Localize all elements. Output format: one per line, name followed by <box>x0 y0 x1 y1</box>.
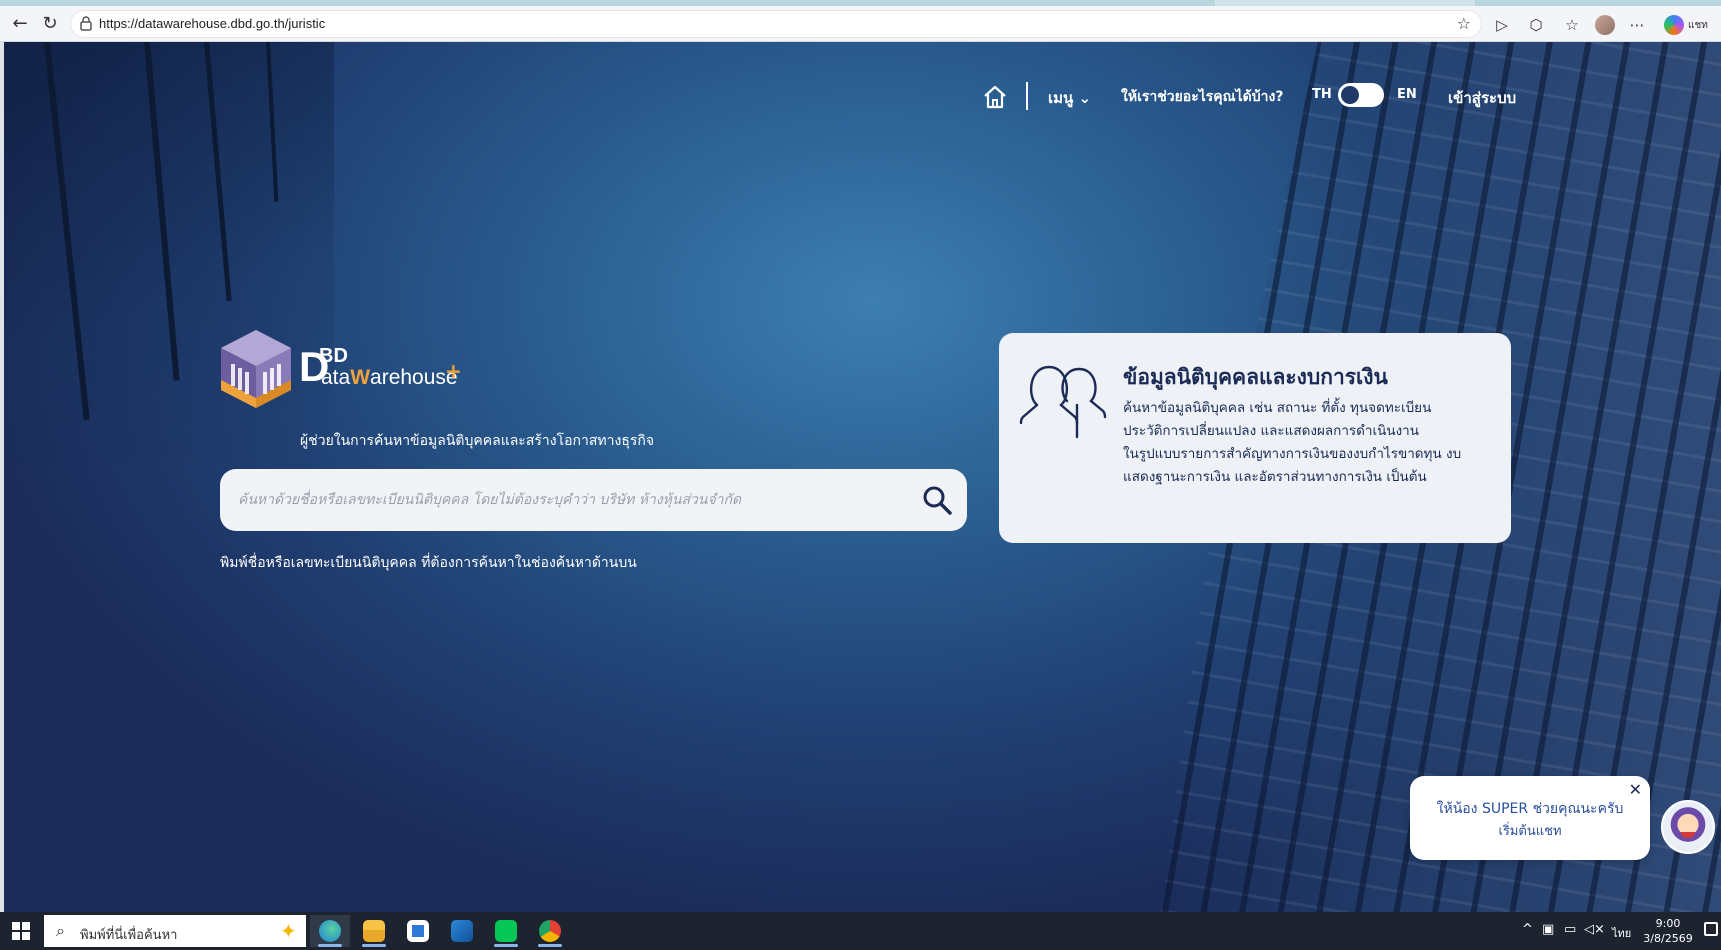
speaker-muted-icon[interactable]: ◁× <box>1584 922 1605 937</box>
menu-dropdown[interactable]: เมนู ⌄ <box>1048 86 1091 110</box>
back-arrow-icon[interactable]: ← <box>8 12 32 36</box>
mail-icon <box>451 920 473 942</box>
play-icon[interactable]: ▷ <box>1491 14 1513 36</box>
language-en-label[interactable]: EN <box>1397 87 1417 102</box>
address-bar[interactable]: https://datawarehouse.dbd.go.th/juristic… <box>70 10 1482 38</box>
search-box <box>220 469 967 531</box>
chevron-down-icon: ⌄ <box>1078 89 1092 107</box>
people-icon <box>1019 365 1107 439</box>
taskbar-clock[interactable]: 9:00 3/8/2569 <box>1640 916 1696 946</box>
store-icon <box>407 920 429 942</box>
web-page: เมนู ⌄ ให้เราช่วยอะไรคุณได้บ้าง? TH EN เ… <box>4 42 1721 912</box>
refresh-icon[interactable]: ↻ <box>38 12 62 36</box>
notification-icon[interactable] <box>1704 922 1718 936</box>
browser-toolbar: ← ↻ https://datawarehouse.dbd.go.th/juri… <box>0 6 1721 42</box>
windows-start-icon[interactable] <box>12 922 30 940</box>
tray-chevron-up-icon[interactable]: ^ <box>1522 922 1533 937</box>
close-icon[interactable]: ✕ <box>1629 782 1642 798</box>
info-card-line: แสดงฐานะการเงิน และอัตราส่วนทางการเงิน เ… <box>1123 469 1427 485</box>
logo-letters-bd: BD <box>319 345 348 367</box>
tray-device-icon[interactable]: ▣ <box>1542 922 1554 937</box>
line-app-icon <box>495 920 517 942</box>
nav-divider <box>1026 82 1028 110</box>
logo-tagline: ผู้ช่วยในการค้นหาข้อมูลนิติบุคคลและสร้าง… <box>300 433 655 449</box>
chat-bubble[interactable]: ✕ ให้น้อง SUPER ช่วยคุณนะครับ เริ่มต้นแช… <box>1410 776 1650 860</box>
windows-taskbar: ⌕ พิมพ์ที่นี่เพื่อค้นหา ✦ ^ ▣ ▭ ◁× ไทย 9… <box>0 912 1721 950</box>
taskbar-outlook[interactable] <box>442 915 482 947</box>
edge-browser-icon <box>319 920 341 942</box>
active-indicator <box>538 944 562 947</box>
clock-date: 3/8/2569 <box>1643 932 1693 945</box>
url-text[interactable]: https://datawarehouse.dbd.go.th/juristic <box>99 16 325 31</box>
active-indicator <box>494 944 518 947</box>
folder-icon <box>363 920 385 942</box>
dbd-logo-cube-icon <box>221 330 291 408</box>
clock-time: 9:00 <box>1655 917 1681 930</box>
taskbar-search[interactable]: ⌕ พิมพ์ที่นี่เพื่อค้นหา ✦ <box>44 915 306 947</box>
more-options-icon[interactable]: ⋯ <box>1626 14 1648 36</box>
top-navigation: เมนู ⌄ ให้เราช่วยอะไรคุณได้บ้าง? TH EN เ… <box>4 78 1721 118</box>
taskbar-store[interactable] <box>398 915 438 947</box>
language-th-label[interactable]: TH <box>1312 87 1332 102</box>
taskbar-chrome[interactable] <box>530 915 570 947</box>
logo-ata: ata <box>321 366 351 389</box>
favorites-list-icon[interactable]: ☆ <box>1561 14 1583 36</box>
network-icon[interactable]: ▭ <box>1564 922 1576 937</box>
start-chat-link[interactable]: เริ่มต้นแชท <box>1410 820 1650 841</box>
info-card-title: ข้อมูลนิติบุคคลและงบการเงิน <box>1123 365 1388 389</box>
chrome-icon <box>539 920 561 942</box>
info-card-line: ค้นหาข้อมูลนิติบุคคล เช่น สถานะ ที่ตั้ง … <box>1123 400 1432 416</box>
search-input[interactable] <box>238 483 888 517</box>
favorite-star-icon[interactable]: ☆ <box>1457 14 1471 33</box>
input-language[interactable]: ไทย <box>1612 924 1631 942</box>
active-indicator <box>318 944 342 947</box>
logo-w: W <box>350 366 371 389</box>
language-toggle[interactable] <box>1338 83 1384 107</box>
taskbar-line[interactable] <box>486 915 526 947</box>
search-hint: พิมพ์ชื่อหรือเลขทะเบียนนิติบุคคล ที่ต้อง… <box>220 555 637 571</box>
login-link[interactable]: เข้าสู่ระบบ <box>1448 86 1516 110</box>
profile-avatar[interactable] <box>1595 15 1615 35</box>
menu-label: เมนู <box>1048 89 1074 107</box>
help-link[interactable]: ให้เราช่วยอะไรคุณได้บ้าง? <box>1121 86 1283 108</box>
language-toggle-knob <box>1341 86 1359 104</box>
info-card-description: ค้นหาข้อมูลนิติบุคคล เช่น สถานะ ที่ตั้ง … <box>1123 397 1495 489</box>
extensions-icon[interactable]: ⬡ <box>1525 14 1547 36</box>
logo-wordmark: ataWarehouse <box>321 366 458 390</box>
chatbot-avatar[interactable] <box>1661 800 1715 854</box>
taskbar-search-text: พิมพ์ที่นี่เพื่อค้นหา <box>80 928 178 943</box>
active-indicator <box>362 944 386 947</box>
info-card-juristic-financial[interactable]: ข้อมูลนิติบุคคลและงบการเงิน ค้นหาข้อมูลน… <box>999 333 1511 543</box>
logo-plus: + <box>445 359 462 383</box>
taskbar-edge[interactable] <box>310 915 350 947</box>
copilot-label[interactable]: แชท <box>1688 18 1708 33</box>
lock-icon <box>79 15 95 33</box>
home-icon[interactable] <box>982 84 1008 110</box>
copilot-icon[interactable] <box>1664 15 1684 35</box>
info-card-line: ในรูปแบบรายการสำคัญทางการเงินของงบกำไรขา… <box>1123 446 1462 462</box>
search-icon: ⌕ <box>56 921 65 940</box>
info-card-line: ประวัติการเปลี่ยนแปลง และแสดงผลการดำเนิน… <box>1123 423 1419 439</box>
search-icon[interactable] <box>920 483 954 517</box>
chat-prompt: ให้น้อง SUPER ช่วยคุณนะครับ <box>1436 801 1624 817</box>
sparkle-icon: ✦ <box>280 919 297 943</box>
taskbar-file-explorer[interactable] <box>354 915 394 947</box>
